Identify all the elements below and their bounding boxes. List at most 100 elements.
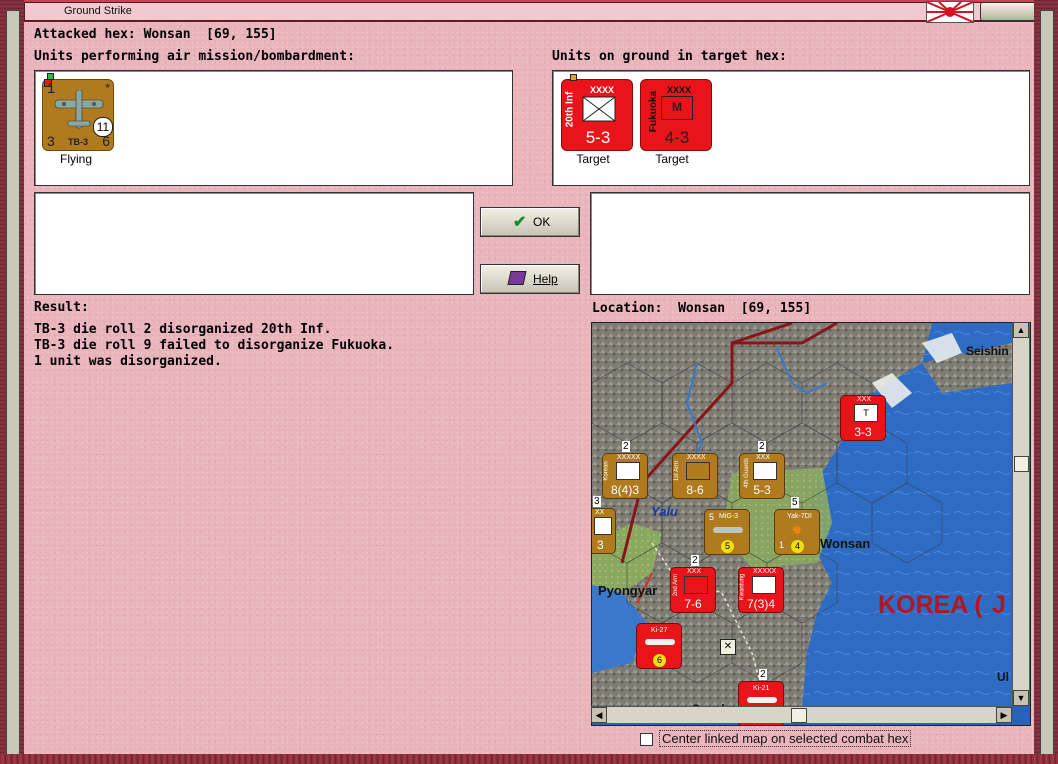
- unit-value: 5-3: [753, 483, 771, 497]
- counter-top-right: *: [105, 81, 110, 95]
- result-line: 1 unit was disorganized.: [34, 354, 222, 369]
- ok-button-label: OK: [533, 215, 551, 229]
- attacked-hex-label: Attacked hex: Wonsan [69, 155]: [34, 27, 277, 42]
- unit-size: XXXX: [666, 85, 691, 95]
- scroll-right-icon[interactable]: ▶: [996, 707, 1012, 723]
- location-label: Location: Wonsan [69, 155]: [592, 301, 812, 316]
- unit-name: 20th Inf: [564, 91, 576, 128]
- unit-strength: 5-3: [585, 128, 611, 147]
- ground-unit-caption: Target: [576, 152, 610, 166]
- scroll-up-icon[interactable]: ▲: [1013, 322, 1029, 338]
- mech-icon: M: [661, 96, 693, 120]
- right-frame-rail: [1034, 0, 1058, 764]
- help-button-label: Help: [533, 272, 558, 286]
- location-map[interactable]: Seishin Yalu Wonsan Pyongyar KOREA ( J U…: [591, 322, 1031, 726]
- counter-bottom-right: 6: [102, 133, 110, 149]
- air-unit-caption: Flying: [59, 152, 92, 166]
- unit-value: 7(3)4: [746, 597, 775, 611]
- unit-label: 1st Arm: [674, 460, 681, 482]
- map-unit-counter[interactable]: XXXX 1st Arm 8-6: [672, 453, 718, 499]
- unit-label: Korean: [603, 461, 610, 481]
- map-label-pyongyang: Pyongyar: [598, 583, 658, 598]
- infantry-cross-icon: [582, 96, 616, 122]
- unit-size: XXXX: [589, 85, 614, 95]
- horizontal-scroll-thumb[interactable]: [791, 708, 807, 723]
- result-line: TB-3 die roll 2 disorganized 20th Inf.: [34, 322, 332, 337]
- checkmark-icon: ✔: [513, 214, 527, 231]
- result-log: TB-3 die roll 2 disorganized 20th Inf. T…: [34, 322, 394, 370]
- map-unit-counter[interactable]: XXX T 3-3: [840, 395, 886, 441]
- ground-unit-caption: Target: [655, 152, 689, 166]
- result-label: Result:: [34, 300, 89, 315]
- bottom-frame: [0, 754, 1058, 764]
- stack-count: 5: [791, 497, 799, 508]
- stack-count: 2: [758, 441, 766, 452]
- left-frame-rail: [0, 0, 24, 764]
- unit-value: 4: [791, 540, 804, 553]
- unit-value: 7-6: [684, 597, 702, 611]
- ground-unit-counter[interactable]: 20th Inf XXXX 5-3: [561, 74, 633, 151]
- title-bar[interactable]: [0, 0, 1058, 23]
- stack-count: 2: [691, 555, 699, 566]
- title-strip: [24, 2, 984, 21]
- map-vertical-scrollbar[interactable]: ▲ ▼: [1012, 322, 1029, 706]
- map-unit-counter[interactable]: Ki-27 6: [636, 623, 682, 669]
- map-horizontal-scrollbar[interactable]: ◀ ▶: [591, 706, 1012, 723]
- unit-label: 2nd Arm: [673, 573, 680, 597]
- map-label-seishin: Seishin: [966, 344, 1009, 358]
- scroll-down-icon[interactable]: ▼: [1013, 690, 1029, 706]
- center-map-checkbox-label[interactable]: Center linked map on selected combat hex: [659, 730, 912, 747]
- unit-size: XXXXX: [753, 568, 777, 575]
- explosion-icon: ✸: [791, 522, 803, 538]
- center-map-checkbox[interactable]: [640, 733, 653, 747]
- status-marker-icon: [570, 74, 577, 81]
- bomber-aircraft-icon: [747, 697, 777, 703]
- air-unit-counter[interactable]: 1 * 11 3 TB-3 6: [42, 73, 114, 151]
- map-unit-counter[interactable]: 5 MiG-3 5: [704, 509, 750, 555]
- map-unit-counter[interactable]: 5 1 Yak-7DI ✸ 4: [774, 497, 820, 555]
- map-label-korea-tail: J: [992, 591, 1006, 619]
- infantry-cross-icon: [752, 576, 776, 594]
- defender-detail-panel: [590, 192, 1030, 295]
- map-unit-counter[interactable]: XXXXX Kwantung 7(3)4: [738, 567, 784, 613]
- vertical-scroll-thumb[interactable]: [1014, 456, 1029, 472]
- unit-size: XXXXX: [617, 454, 641, 461]
- center-map-checkbox-row[interactable]: Center linked map on selected combat hex: [640, 730, 912, 747]
- help-button[interactable]: Help: [480, 264, 580, 294]
- ok-button[interactable]: ✔ OK: [480, 207, 580, 237]
- ground-units-label: Units on ground in target hex:: [552, 49, 787, 64]
- unit-size: XXX: [857, 396, 872, 403]
- map-unit-counter[interactable]: 2 XXX 4th Guards 5-3: [739, 441, 785, 499]
- map-unit-counter[interactable]: 2 XXXXX Korean 8(4)3: [602, 441, 648, 499]
- map-label-korea: KOREA (: [878, 591, 983, 619]
- unit-strength: 4-3: [664, 128, 690, 147]
- map-label-yalu: Yalu: [651, 504, 678, 519]
- map-unit-counter[interactable]: 2 XXX 2nd Arm 7-6: [670, 555, 716, 613]
- stack-count: 2: [622, 441, 630, 452]
- infantry-cross-icon: [753, 462, 777, 480]
- unit-value: 6: [653, 654, 666, 667]
- fighter-aircraft-icon: [645, 639, 675, 645]
- map-unit-counter[interactable]: 3 XX 3: [592, 496, 616, 554]
- rising-sun-flag-icon: [926, 1, 974, 23]
- unit-value: 8-6: [686, 483, 704, 497]
- unit-value: 8(4)3: [610, 483, 639, 497]
- unit-left-value: 5: [709, 512, 715, 522]
- scroll-left-icon[interactable]: ◀: [591, 707, 607, 723]
- unit-name: Ki-21: [753, 685, 770, 692]
- ground-unit-counter[interactable]: Fukuoka XXXX M 4-3: [640, 79, 712, 151]
- unit-name: MiG-3: [719, 513, 739, 520]
- map-label-ul: Ul: [997, 670, 1009, 684]
- armor-icon: [686, 462, 710, 480]
- unit-left-value: 1: [779, 540, 785, 550]
- unit-value: 5: [721, 540, 734, 553]
- unit-name: Yak-7DI: [787, 513, 812, 520]
- unit-size: XXX: [687, 568, 702, 575]
- status-marker-icon: [47, 73, 54, 80]
- result-line: TB-3 die roll 9 failed to disorganize Fu…: [34, 338, 395, 353]
- unit-size: XX: [595, 509, 605, 516]
- armor-icon: [684, 576, 708, 594]
- stack-count: 3: [593, 496, 601, 507]
- attacker-detail-panel: [34, 192, 474, 295]
- unit-label: T: [854, 404, 878, 422]
